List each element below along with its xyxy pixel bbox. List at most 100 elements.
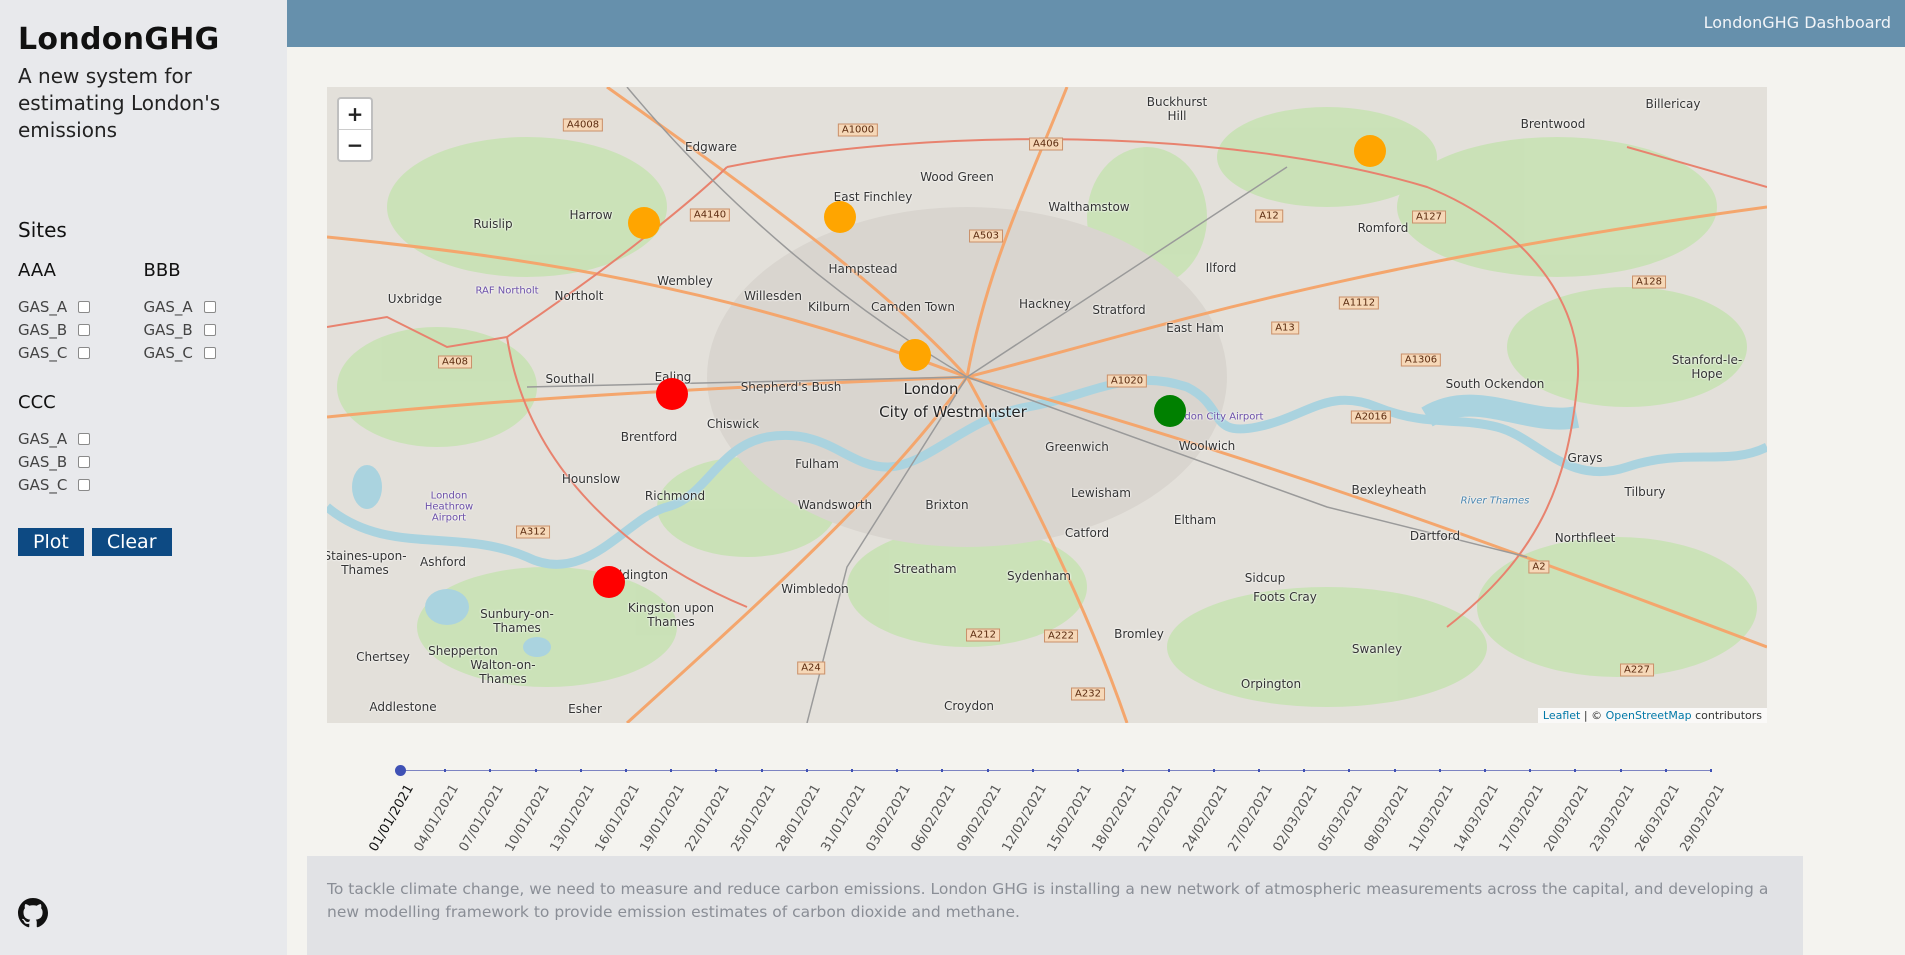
site-name: BBB (143, 260, 181, 281)
site-marker-orange[interactable] (824, 201, 856, 233)
gas-checkbox[interactable] (203, 300, 216, 313)
place-label: Ashford (420, 555, 466, 569)
gas-option[interactable]: GAS_A (18, 427, 158, 450)
road-shield: A4008 (562, 118, 604, 132)
slider-track[interactable] (400, 770, 1711, 771)
place-label: Addlestone (369, 700, 437, 714)
road-shield: A1306 (1400, 353, 1442, 367)
place-label: Bromley (1114, 627, 1164, 641)
gas-option[interactable]: GAS_C (18, 473, 158, 496)
attribution-suffix: contributors (1691, 709, 1762, 722)
place-label: Camden Town (871, 300, 955, 314)
place-label: Willesden (744, 289, 802, 303)
slider-tick (986, 769, 989, 772)
slider-tick (851, 769, 854, 772)
clear-button[interactable]: Clear (91, 528, 172, 556)
site-grid: AAA GAS_A GAS_B GAS_C BBB GAS_A GAS_B GA… (18, 260, 269, 364)
action-buttons: Plot Clear (18, 528, 269, 556)
place-label: Sidcup (1244, 571, 1286, 585)
zoom-in-button[interactable]: + (339, 99, 371, 130)
gas-option[interactable]: GAS_A (144, 295, 270, 318)
slider-tick (1664, 769, 1667, 772)
gas-option[interactable]: GAS_A (18, 295, 144, 318)
gas-checkbox[interactable] (78, 432, 90, 445)
place-label: Ruislip (473, 217, 513, 231)
slider-date-label: 12/02/2021 (999, 782, 1050, 855)
slider-tick (1574, 769, 1577, 772)
gas-checkbox[interactable] (203, 323, 216, 336)
slider-date-label: 15/02/2021 (1044, 782, 1096, 855)
slider-handle[interactable] (395, 765, 406, 776)
place-label: Wood Green (920, 170, 994, 184)
site-marker-orange[interactable] (628, 207, 660, 239)
place-label: Bexleyheath (1351, 483, 1427, 497)
map[interactable]: London City of Westminster Camden Town H… (327, 87, 1767, 723)
plot-button[interactable]: Plot (18, 528, 84, 556)
gas-checkbox[interactable] (78, 455, 90, 468)
gas-checkbox[interactable] (78, 323, 90, 336)
slider-date-label: 16/01/2021 (592, 782, 644, 855)
place-label: River Thames (1460, 495, 1530, 507)
place-label: South Ockendon (1445, 377, 1545, 391)
place-label: Hounslow (561, 472, 621, 486)
osm-link[interactable]: OpenStreetMap (1606, 709, 1692, 722)
slider-date-label: 11/03/2021 (1406, 782, 1457, 855)
place-label: Fulham (795, 457, 839, 471)
place-label: Walthamstow (1048, 200, 1130, 214)
dashboard-title: LondonGHG Dashboard (1703, 13, 1891, 32)
place-label: Tilbury (1624, 485, 1666, 499)
road-shield: A1000 (837, 123, 879, 137)
site-marker-green[interactable] (1154, 395, 1186, 427)
gas-checkbox[interactable] (78, 300, 90, 313)
slider-date-label: 25/01/2021 (728, 782, 779, 855)
slider-tick (1212, 769, 1215, 772)
gas-checkbox[interactable] (203, 346, 216, 359)
road-shield: A127 (1412, 210, 1446, 224)
gas-checkbox[interactable] (78, 346, 90, 359)
site-marker-red[interactable] (593, 566, 625, 598)
place-label: Shepperton (428, 644, 498, 658)
slider-date-label: 17/03/2021 (1496, 782, 1548, 855)
place-label: Billericay (1645, 97, 1701, 111)
place-label: Dartford (1409, 529, 1461, 543)
app-subtitle: A new system for estimating London's emi… (18, 64, 221, 142)
date-slider[interactable]: 01/01/2021 04/01/2021 07/01/2021 10/01/2021… (367, 760, 1728, 860)
slider-tick (489, 769, 492, 772)
place-label: London Heathrow Airport (424, 490, 474, 524)
info-text: To tackle climate change, we need to mea… (327, 880, 1769, 921)
gas-label: GAS_C (18, 343, 68, 362)
place-label: Stanford-le-Hope (1671, 353, 1743, 381)
road-shield: A222 (1044, 629, 1078, 643)
road-shield: A1020 (1106, 374, 1148, 388)
road-shield: A408 (438, 355, 472, 369)
road-shield: A503 (969, 229, 1003, 243)
place-label: Southall (545, 372, 595, 386)
site-marker-red[interactable] (656, 378, 688, 410)
gas-option[interactable]: GAS_B (144, 318, 270, 341)
site-marker-orange[interactable] (1354, 135, 1386, 167)
leaflet-link[interactable]: Leaflet (1543, 709, 1580, 722)
site-marker-orange[interactable] (899, 339, 931, 371)
road-shield: A2016 (1350, 410, 1392, 424)
gas-option[interactable]: GAS_C (144, 341, 270, 364)
slider-date-label: 27/02/2021 (1225, 782, 1276, 855)
slider-date-label: 09/02/2021 (954, 782, 1005, 855)
slider-date-label: 26/03/2021 (1632, 782, 1683, 855)
gas-option[interactable]: GAS_C (18, 341, 144, 364)
attribution-separator: | © (1580, 709, 1606, 722)
road-shield: A24 (797, 661, 825, 675)
place-label: Lewisham (1071, 486, 1131, 500)
place-label: Chertsey (356, 650, 410, 664)
gas-checkbox[interactable] (78, 478, 90, 491)
place-label: Northolt (554, 289, 604, 303)
slider-date-label: 29/03/2021 (1677, 782, 1728, 855)
place-label: Grays (1567, 451, 1603, 465)
slider-date-label: 24/02/2021 (1180, 782, 1231, 855)
gas-option[interactable]: GAS_B (18, 450, 158, 473)
gas-option[interactable]: GAS_B (18, 318, 144, 341)
github-icon[interactable] (18, 898, 48, 928)
road-shield: A406 (1029, 137, 1063, 151)
place-label: Woolwich (1178, 439, 1236, 453)
zoom-out-button[interactable]: − (339, 130, 371, 160)
place-label: Romford (1357, 221, 1409, 235)
